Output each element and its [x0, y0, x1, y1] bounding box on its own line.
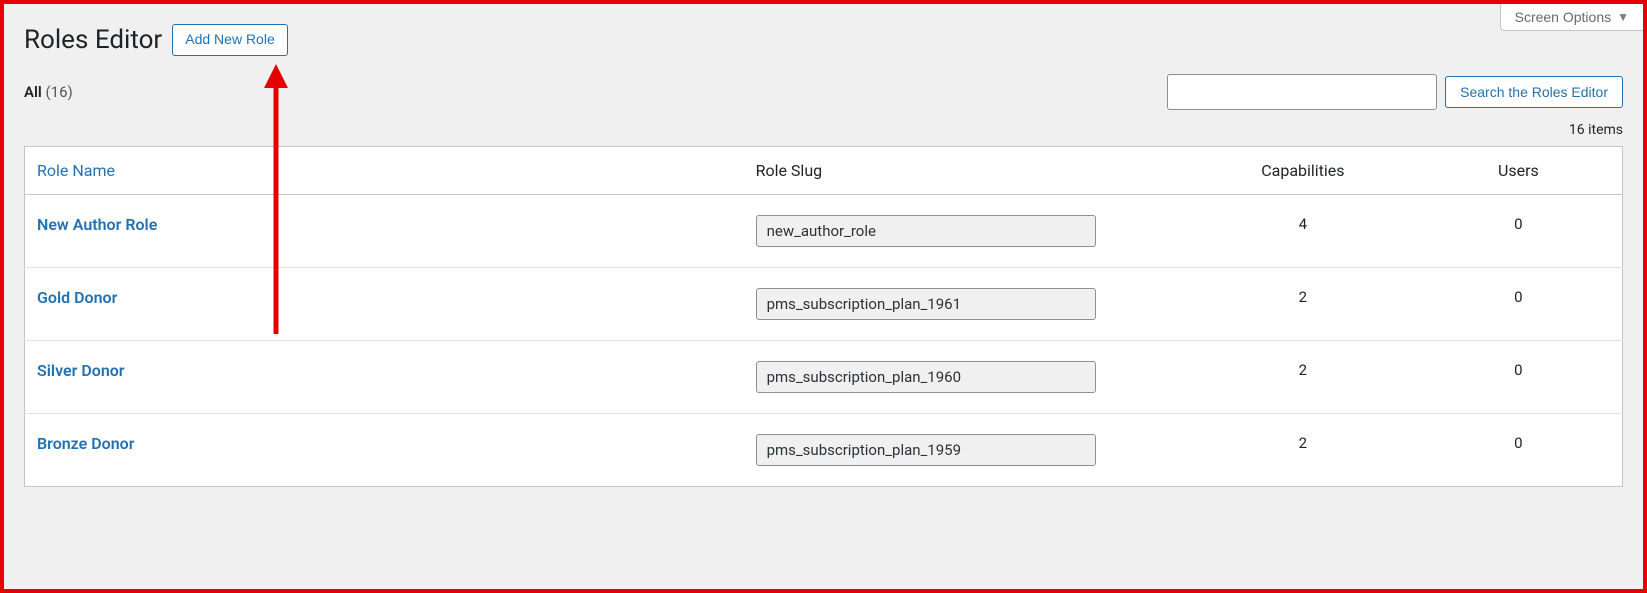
role-users-value: 0	[1415, 413, 1623, 486]
role-caps-value: 2	[1191, 267, 1415, 340]
filter-all-label: All	[24, 83, 42, 101]
role-users-value: 0	[1415, 194, 1623, 267]
table-row: New Author Role 4 0	[25, 194, 1623, 267]
role-users-value: 0	[1415, 267, 1623, 340]
page-title: Roles Editor	[24, 25, 162, 55]
chevron-down-icon: ▼	[1617, 10, 1629, 24]
filter-all[interactable]: All (16)	[24, 83, 73, 101]
search-button[interactable]: Search the Roles Editor	[1445, 76, 1623, 108]
screen-options-label: Screen Options	[1515, 9, 1612, 25]
role-caps-value: 2	[1191, 413, 1415, 486]
items-count: 16 items	[24, 122, 1623, 138]
role-slug-input[interactable]	[756, 288, 1096, 320]
add-new-role-button[interactable]: Add New Role	[172, 24, 288, 56]
search-input[interactable]	[1167, 74, 1437, 110]
role-name-link[interactable]: Gold Donor	[37, 288, 117, 307]
screen-options-button[interactable]: Screen Options ▼	[1500, 4, 1643, 31]
role-users-value: 0	[1415, 340, 1623, 413]
roles-table: Role Name Role Slug Capabilities Users N…	[24, 146, 1623, 487]
role-caps-value: 2	[1191, 340, 1415, 413]
table-row: Bronze Donor 2 0	[25, 413, 1623, 486]
role-slug-input[interactable]	[756, 361, 1096, 393]
role-slug-input[interactable]	[756, 215, 1096, 247]
column-header-name[interactable]: Role Name	[25, 146, 744, 194]
column-header-slug: Role Slug	[744, 146, 1191, 194]
role-slug-input[interactable]	[756, 434, 1096, 466]
role-caps-value: 4	[1191, 194, 1415, 267]
filter-all-count: (16)	[46, 83, 73, 101]
role-name-link[interactable]: Bronze Donor	[37, 434, 134, 453]
role-name-link[interactable]: New Author Role	[37, 215, 157, 234]
table-row: Silver Donor 2 0	[25, 340, 1623, 413]
table-row: Gold Donor 2 0	[25, 267, 1623, 340]
role-name-link[interactable]: Silver Donor	[37, 361, 125, 380]
column-header-capabilities: Capabilities	[1191, 146, 1415, 194]
column-header-users: Users	[1415, 146, 1623, 194]
